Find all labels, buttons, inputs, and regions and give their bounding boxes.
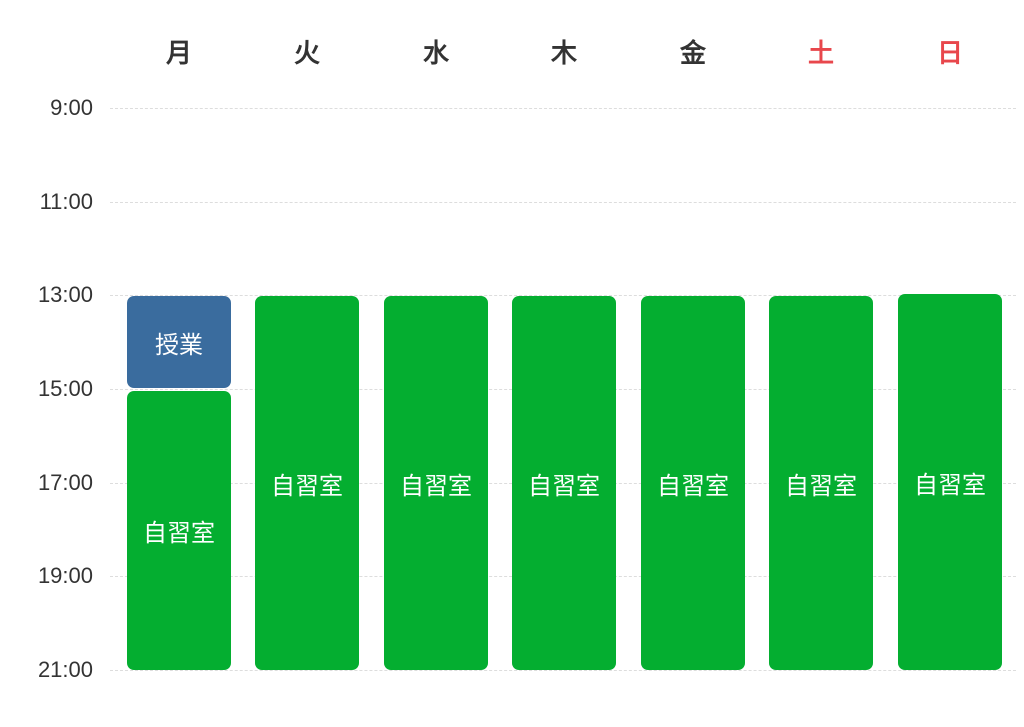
- event-label: 自習室: [528, 471, 600, 500]
- time-label-1700: 17:00: [37, 470, 93, 495]
- event-block-study-thu[interactable]: 自習室: [512, 296, 616, 670]
- day-header-wed: 水: [422, 39, 449, 69]
- event-block-study-tue[interactable]: 自習室: [255, 296, 359, 670]
- event-block-study-fri[interactable]: 自習室: [641, 296, 745, 670]
- event-label: 自習室: [657, 471, 729, 500]
- day-header-fri: 金: [679, 39, 706, 69]
- day-header-thu: 木: [550, 39, 577, 69]
- time-label-0900: 9:00: [50, 95, 93, 120]
- event-block-study-wed[interactable]: 自習室: [384, 296, 488, 670]
- event-label: 自習室: [914, 470, 986, 499]
- day-header-tue: 火: [293, 39, 320, 69]
- event-block-class-mon[interactable]: 授業: [127, 296, 231, 388]
- event-block-study-sun[interactable]: 自習室: [898, 294, 1002, 670]
- event-label: 授業: [155, 330, 203, 359]
- day-header-sat: 土: [807, 39, 834, 69]
- event-label: 自習室: [785, 471, 857, 500]
- time-label-1500: 15:00: [37, 376, 93, 401]
- event-label: 自習室: [400, 471, 472, 500]
- day-header-sun: 日: [936, 39, 963, 69]
- gridline-0900: [110, 108, 1016, 109]
- event-block-study-sat[interactable]: 自習室: [769, 296, 873, 670]
- event-block-study-mon[interactable]: 自習室: [127, 391, 231, 670]
- gridline-1100: [110, 202, 1016, 203]
- event-label: 自習室: [143, 519, 215, 547]
- day-header-mon: 月: [165, 39, 192, 69]
- time-label-1100: 11:00: [39, 189, 93, 214]
- time-label-1900: 19:00: [37, 563, 93, 588]
- gridline-2100: [110, 670, 1016, 671]
- event-label: 自習室: [271, 471, 343, 500]
- time-label-2100: 21:00: [37, 657, 93, 682]
- time-label-1300: 13:00: [37, 282, 93, 307]
